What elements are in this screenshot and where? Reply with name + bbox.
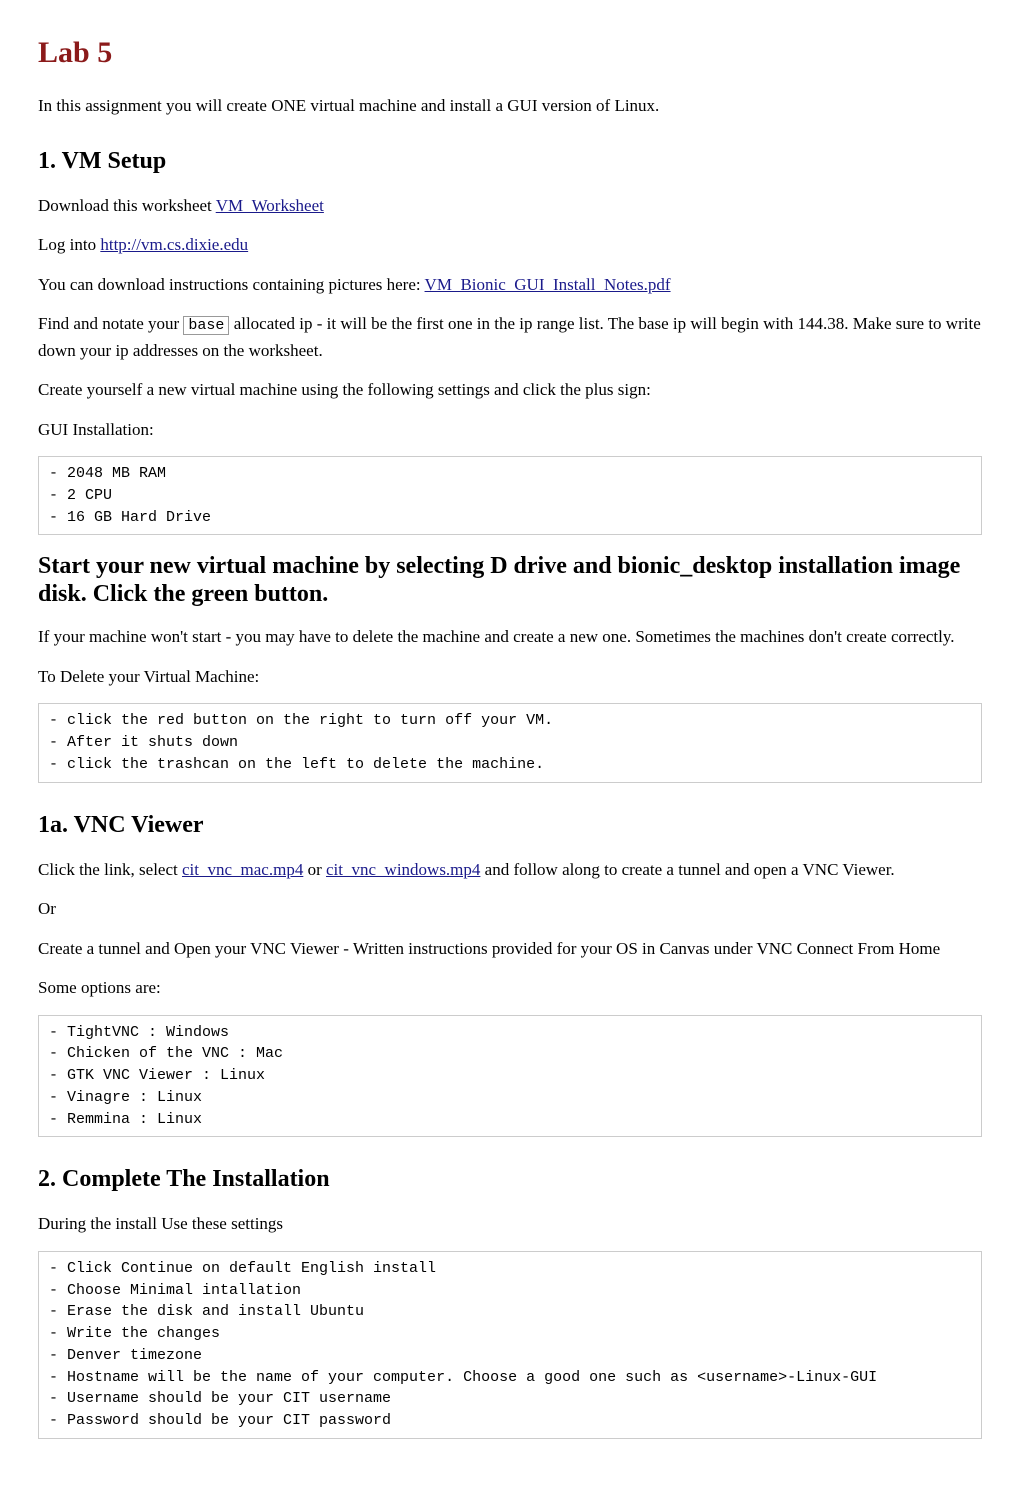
intro-paragraph: In this assignment you will create ONE v… [38,93,982,119]
options-label: Some options are: [38,975,982,1001]
delete-vm-codeblock: - click the red button on the right to t… [38,703,982,782]
text: Log into [38,235,100,254]
text: Find and notate your [38,314,183,333]
tunnel-paragraph: Create a tunnel and Open your VNC Viewer… [38,936,982,962]
vnc-link-paragraph: Click the link, select cit_vnc_mac.mp4 o… [38,857,982,883]
section-heading-vm-setup: 1. VM Setup [38,143,982,179]
text: Click the link, select [38,860,182,879]
download-worksheet-paragraph: Download this worksheet VM_Worksheet [38,193,982,219]
vnc-mac-link[interactable]: cit_vnc_mac.mp4 [182,860,303,879]
base-ip-paragraph: Find and notate your base allocated ip -… [38,311,982,363]
delete-vm-label: To Delete your Virtual Machine: [38,664,982,690]
section-heading-vnc: 1a. VNC Viewer [38,807,982,843]
vm-dixie-link[interactable]: http://vm.cs.dixie.edu [100,235,248,254]
text: or [303,860,326,879]
gui-install-label: GUI Installation: [38,417,982,443]
text: and follow along to create a tunnel and … [480,860,894,879]
vnc-windows-link[interactable]: cit_vnc_windows.mp4 [326,860,480,879]
vm-worksheet-link[interactable]: VM_Worksheet [216,196,324,215]
wont-start-paragraph: If your machine won't start - you may ha… [38,624,982,650]
page-title: Lab 5 [38,30,982,75]
install-settings-codeblock: - Click Continue on default English inst… [38,1251,982,1439]
text: Download this worksheet [38,196,216,215]
section-heading-complete-install: 2. Complete The Installation [38,1161,982,1197]
install-notes-link[interactable]: VM_Bionic_GUI_Install_Notes.pdf [425,275,671,294]
start-vm-heading: Start your new virtual machine by select… [38,553,982,608]
or-paragraph: Or [38,896,982,922]
login-paragraph: Log into http://vm.cs.dixie.edu [38,232,982,258]
base-code: base [183,316,229,335]
vm-specs-codeblock: - 2048 MB RAM - 2 CPU - 16 GB Hard Drive [38,456,982,535]
create-vm-paragraph: Create yourself a new virtual machine us… [38,377,982,403]
vnc-options-codeblock: - TightVNC : Windows - Chicken of the VN… [38,1015,982,1138]
text: You can download instructions containing… [38,275,425,294]
install-settings-label: During the install Use these settings [38,1211,982,1237]
instructions-paragraph: You can download instructions containing… [38,272,982,298]
